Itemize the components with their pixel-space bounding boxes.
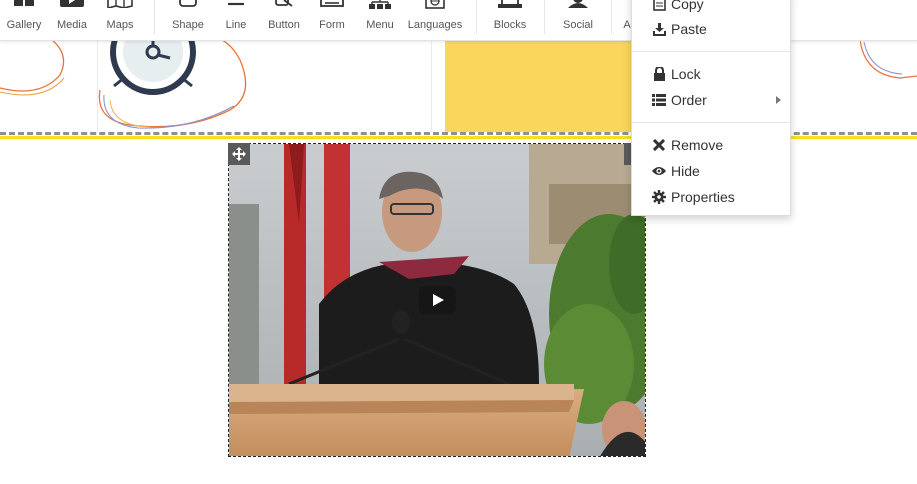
toolbar-separator xyxy=(544,0,545,34)
menu-divider xyxy=(632,51,790,52)
play-button[interactable] xyxy=(419,286,456,314)
context-menu-paste[interactable]: Paste xyxy=(632,17,790,41)
decorative-squiggle-left xyxy=(0,40,65,96)
toolbar-form-button[interactable]: Form xyxy=(314,0,350,40)
toolbar-separator xyxy=(154,0,155,34)
context-menu-remove-label: Remove xyxy=(671,137,724,153)
toolbar-social-label: Social xyxy=(563,19,593,31)
languages-icon xyxy=(425,0,445,15)
toolbar-line-label: Line xyxy=(225,19,247,31)
toolbar-form-label: Form xyxy=(319,19,345,31)
toolbar-separator xyxy=(611,0,612,34)
context-menu-hide[interactable]: Hide xyxy=(632,159,790,183)
toolbar-line-button[interactable]: Line xyxy=(218,0,254,40)
toolbar-shape-label: Shape xyxy=(172,19,204,31)
column-guide xyxy=(431,40,432,132)
toolbar-more-label: A xyxy=(623,19,631,31)
context-menu-order[interactable]: Order xyxy=(632,88,790,112)
menu-icon xyxy=(368,0,392,15)
context-menu-copy[interactable]: Copy xyxy=(632,0,790,16)
toolbar-maps-label: Maps xyxy=(106,19,134,31)
clock-illustration xyxy=(98,40,247,129)
gallery-icon xyxy=(13,0,35,13)
context-menu: Copy Paste Lock Order Remove Hide Proper… xyxy=(631,0,791,216)
yellow-content-block[interactable] xyxy=(445,40,632,132)
decorative-squiggle-right xyxy=(860,40,917,79)
move-icon xyxy=(232,147,246,161)
shape-icon xyxy=(178,0,198,13)
toolbar-gallery-button[interactable]: Gallery xyxy=(0,0,48,40)
toolbar-languages-label: Languages xyxy=(407,19,463,31)
toolbar-social-button[interactable]: Social xyxy=(558,0,598,40)
toolbar-maps-button[interactable]: Maps xyxy=(100,0,140,40)
eye-icon xyxy=(652,164,666,178)
context-menu-lock-label: Lock xyxy=(671,66,701,82)
toolbar-media-button[interactable]: Media xyxy=(52,0,92,40)
toolbar-separator xyxy=(476,0,477,34)
toolbar-button-button[interactable]: Button xyxy=(263,0,305,40)
toolbar-gallery-label: Gallery xyxy=(6,19,42,31)
paste-icon xyxy=(652,22,666,36)
toolbar-blocks-label: Blocks xyxy=(493,19,527,31)
form-icon xyxy=(320,0,344,13)
line-icon xyxy=(226,0,246,13)
context-menu-paste-label: Paste xyxy=(671,21,707,37)
gear-icon xyxy=(652,190,666,204)
menu-divider xyxy=(632,122,790,123)
play-icon xyxy=(432,294,444,306)
submenu-arrow-icon xyxy=(776,96,781,104)
context-menu-order-label: Order xyxy=(671,92,707,108)
toolbar-blocks-button[interactable]: Blocks xyxy=(490,0,530,40)
toolbar-media-label: Media xyxy=(57,19,87,31)
context-menu-copy-label: Copy xyxy=(671,0,704,12)
order-icon xyxy=(652,93,666,107)
copy-icon xyxy=(652,0,666,11)
button-icon xyxy=(274,0,294,13)
lock-icon xyxy=(652,67,666,81)
remove-icon xyxy=(652,138,666,152)
toolbar-button-label: Button xyxy=(268,19,300,31)
toolbar-languages-button[interactable]: Languages xyxy=(406,0,464,40)
toolbar-shape-button[interactable]: Shape xyxy=(168,0,208,40)
context-menu-hide-label: Hide xyxy=(671,163,700,179)
social-icon xyxy=(567,0,589,13)
move-handle[interactable] xyxy=(228,143,250,165)
context-menu-properties-label: Properties xyxy=(671,189,735,205)
context-menu-remove[interactable]: Remove xyxy=(632,133,790,157)
maps-icon xyxy=(107,0,133,13)
context-menu-properties[interactable]: Properties xyxy=(632,185,790,209)
toolbar-menu-label: Menu xyxy=(366,19,394,31)
context-menu-lock[interactable]: Lock xyxy=(632,62,790,86)
blocks-icon xyxy=(497,0,523,15)
toolbar-menu-button[interactable]: Menu xyxy=(362,0,398,40)
media-icon xyxy=(60,0,84,13)
